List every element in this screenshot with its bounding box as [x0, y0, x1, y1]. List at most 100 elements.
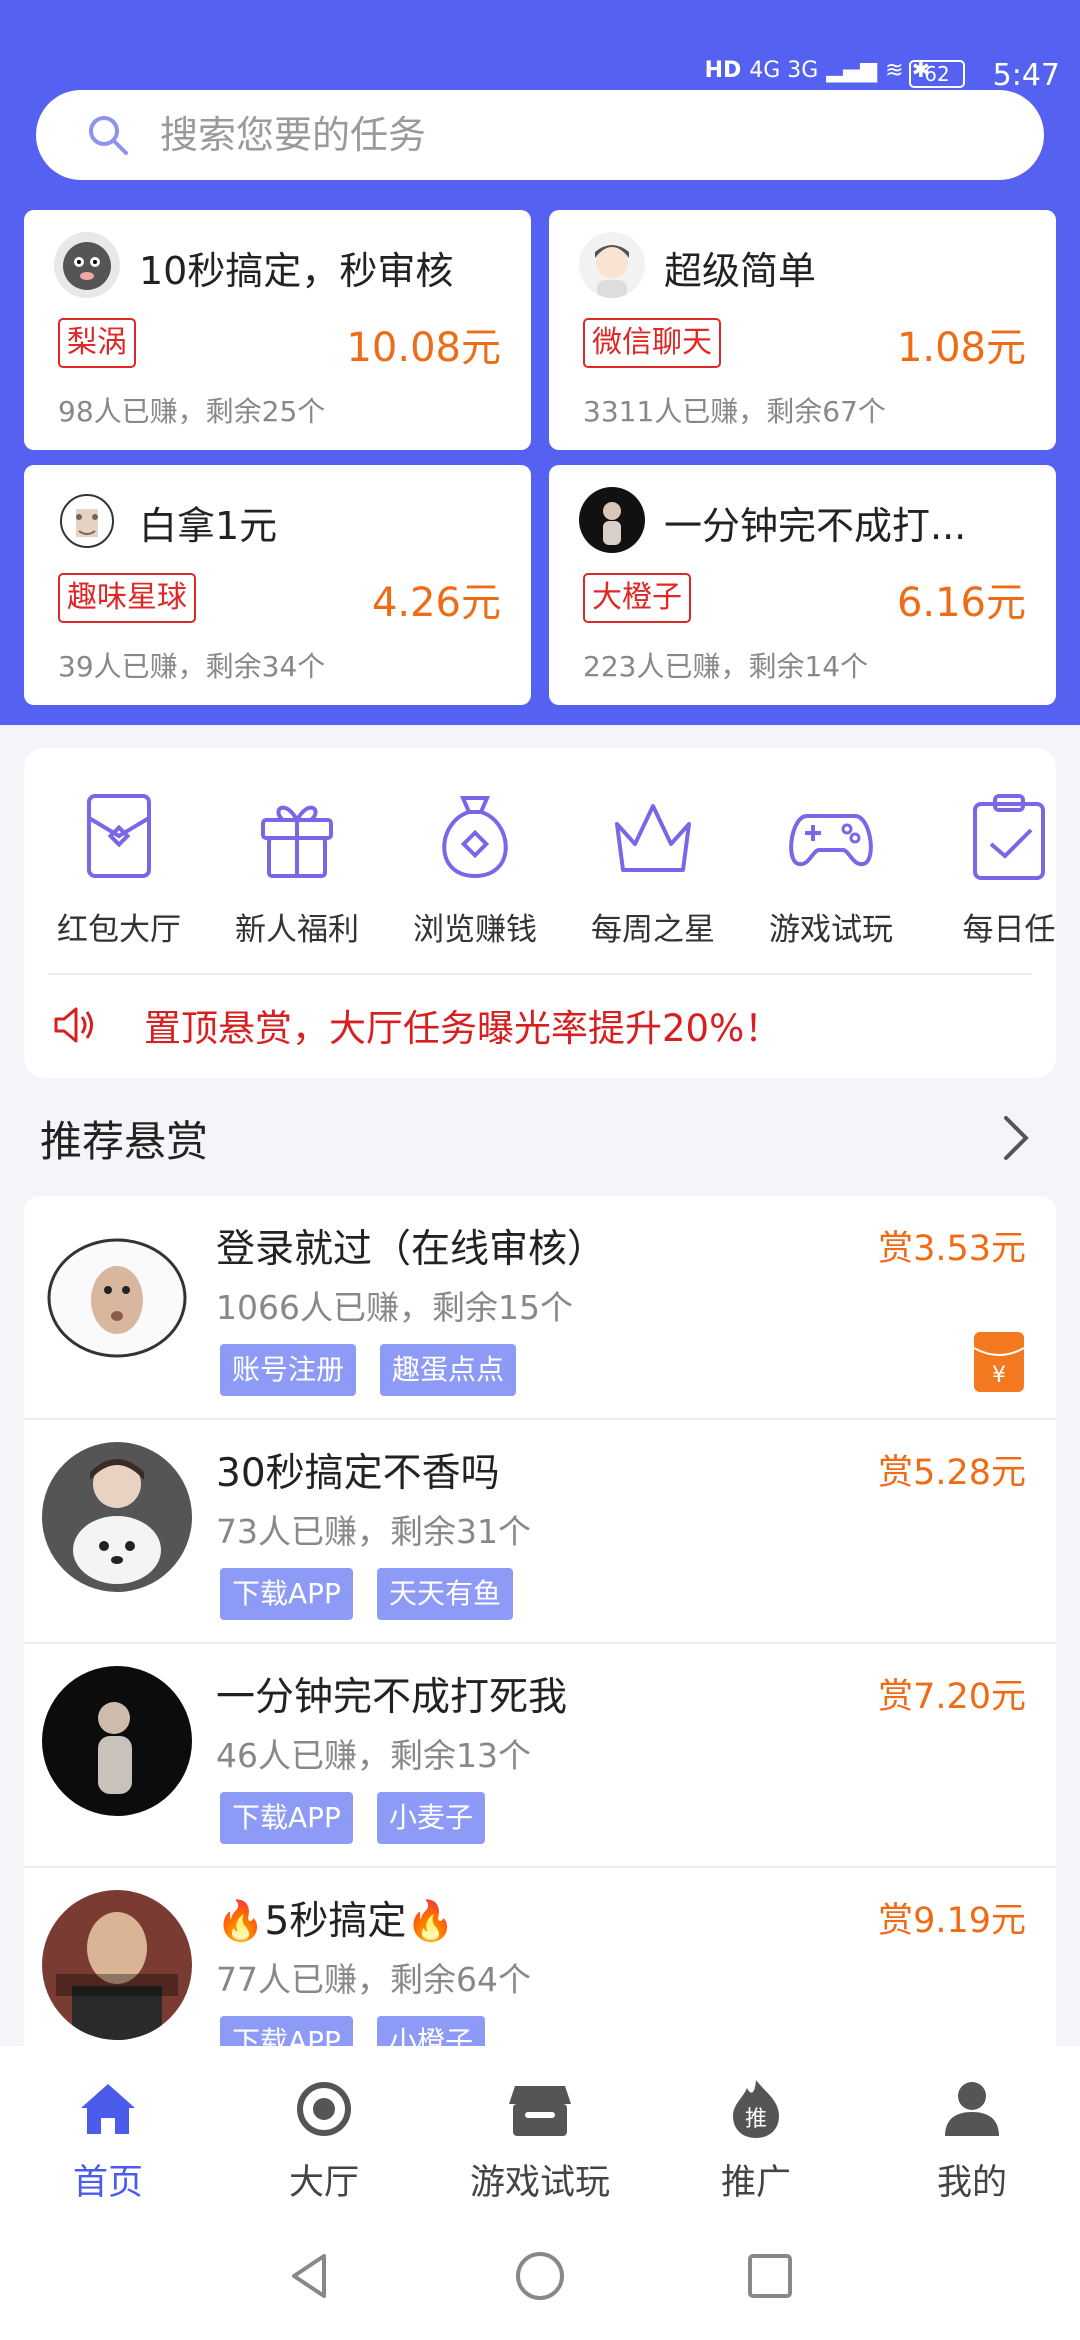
category-browse[interactable]: 浏览赚钱 [400, 788, 550, 949]
avatar [42, 1666, 192, 1816]
svg-text:¥: ¥ [992, 1363, 1006, 1388]
task-reward: 赏3.53元 [878, 1229, 1026, 1269]
avatar [54, 232, 120, 298]
featured-tag: 微信聊天 [583, 318, 721, 368]
featured-card[interactable]: 一分钟完不成打... 大橙子 6.16元 223人已赚，剩余14个 [549, 465, 1056, 705]
task-tag: 天天有鱼 [376, 1568, 513, 1620]
task-title: 30秒搞定不香吗 [216, 1451, 500, 1496]
category-red-envelope[interactable]: 红包大厅 [44, 788, 194, 949]
status-time: 5:47 [992, 58, 1060, 93]
network-label: 4G 3G [749, 58, 819, 83]
category-label: 每日任 [962, 912, 1056, 948]
list-item[interactable]: 30秒搞定不香吗 73人已赚，剩余31个 下载APP 天天有鱼 赏5.28元 [24, 1420, 1056, 1644]
recents-icon[interactable] [742, 2248, 798, 2304]
avatar [579, 232, 645, 298]
notice-text: 置顶悬赏，大厅任务曝光率提升20%！ [144, 1007, 782, 1050]
featured-stats: 223人已赚，剩余14个 [583, 650, 869, 683]
avatar [42, 1890, 192, 2040]
system-nav-bar [0, 2226, 1080, 2340]
category-game-trial[interactable]: 游戏试玩 [756, 788, 906, 949]
gift-icon [261, 805, 333, 878]
clipboard-check-icon [973, 794, 1045, 880]
status-icons: HD 4G 3G ▂▄▆ ≋ ✱ [705, 58, 930, 83]
search-input[interactable] [160, 113, 960, 157]
search-icon [89, 116, 128, 155]
task-title: 登录就过（在线审核） [216, 1227, 607, 1272]
money-bag-icon [442, 796, 508, 879]
task-tag: 趣蛋点点 [380, 1344, 517, 1396]
speaker-icon [54, 1007, 93, 1043]
nav-profile[interactable]: 我的 [872, 2074, 1072, 2205]
category-label: 新人福利 [235, 912, 359, 948]
featured-card[interactable]: 超级简单 微信聊天 1.08元 3311人已赚，剩余67个 [549, 210, 1056, 450]
featured-title: 超级简单 [664, 249, 817, 293]
nav-home[interactable]: 首页 [8, 2074, 208, 2205]
list-item[interactable]: 一分钟完不成打死我 46人已赚，剩余13个 下载APP 小麦子 赏7.20元 [24, 1644, 1056, 1868]
task-reward: 赏7.20元 [878, 1677, 1026, 1717]
notice-bar[interactable]: 置顶悬赏，大厅任务曝光率提升20%！ [50, 998, 781, 1052]
home-circle-icon[interactable] [512, 2248, 568, 2304]
game-store-icon [509, 2086, 571, 2136]
category-gift[interactable]: 新人福利 [222, 788, 372, 949]
hd-icon: HD [704, 58, 742, 83]
task-tag: 小橙子 [376, 2016, 485, 2046]
task-title: 一分钟完不成打死我 [216, 1675, 568, 1720]
task-stats: 77人已赚，剩余64个 [216, 1960, 531, 1999]
list-item[interactable]: 登录就过（在线审核） 1066人已赚，剩余15个 账号注册 趣蛋点点 赏3.53… [24, 1196, 1056, 1420]
nav-promote[interactable]: 推 推广 [656, 2074, 856, 2205]
task-list: 登录就过（在线审核） 1066人已赚，剩余15个 账号注册 趣蛋点点 赏3.53… [24, 1196, 1056, 2046]
promote-icon: 推 [733, 2080, 779, 2138]
category-label: 游戏试玩 [769, 912, 893, 948]
featured-title: 白拿1元 [139, 504, 278, 548]
section-title: 推荐悬赏 [40, 1117, 209, 1166]
featured-stats: 39人已赚，剩余34个 [58, 650, 326, 683]
status-bar: HD 4G 3G ▂▄▆ ≋ ✱ 62 5:47 [0, 0, 1080, 93]
list-item[interactable]: 🔥5秒搞定🔥 77人已赚，剩余64个 下载APP 小橙子 赏9.19元 [24, 1868, 1056, 2046]
nav-label: 首页 [72, 2163, 143, 2203]
divider [48, 973, 1032, 975]
featured-title: 一分钟完不成打... [664, 504, 967, 548]
avatar [579, 487, 645, 553]
featured-card[interactable]: 10秒搞定，秒审核 梨涡 10.08元 98人已赚，剩余25个 [24, 210, 531, 450]
featured-title: 10秒搞定，秒审核 [139, 249, 454, 293]
task-reward: 赏5.28元 [878, 1453, 1026, 1493]
task-stats: 1066人已赚，剩余15个 [216, 1288, 573, 1327]
chevron-right-icon[interactable] [996, 1112, 1036, 1164]
task-tag: 下载APP [220, 1792, 353, 1844]
avatar [42, 1442, 192, 1592]
featured-stats: 3311人已赚，剩余67个 [583, 395, 886, 428]
task-tag: 小麦子 [376, 1792, 485, 1844]
nav-hall[interactable]: 大厅 [224, 2074, 424, 2205]
featured-price: 4.26元 [371, 580, 501, 626]
gamepad-icon [789, 814, 873, 867]
featured-card[interactable]: 白拿1元 趣味星球 4.26元 39人已赚，剩余34个 [24, 465, 531, 705]
task-tag: 下载APP [220, 2016, 353, 2046]
back-icon[interactable] [282, 2248, 338, 2304]
category-daily-task[interactable]: 每日任 [934, 788, 1056, 949]
avatar [42, 1218, 192, 1368]
avatar [54, 487, 120, 553]
nav-game-trial[interactable]: 游戏试玩 [440, 2074, 640, 2205]
red-envelope-icon [87, 794, 151, 878]
featured-price: 1.08元 [896, 325, 1026, 371]
featured-tag: 趣味星球 [58, 573, 196, 623]
red-packet-icon: ¥ [974, 1332, 1024, 1392]
crown-icon [615, 804, 691, 872]
nav-label: 游戏试玩 [469, 2163, 610, 2203]
bottom-nav: 首页 大厅 游戏试玩 推 推广 我的 [0, 2046, 1080, 2226]
category-panel: 红包大厅 新人福利 浏览赚钱 每周之星 游戏试玩 每日任 置顶悬赏，大厅任务曝光… [24, 748, 1056, 1078]
task-stats: 73人已赚，剩余31个 [216, 1512, 531, 1551]
task-stats: 46人已赚，剩余13个 [216, 1736, 531, 1775]
category-weekly-star[interactable]: 每周之星 [578, 788, 728, 949]
featured-price: 10.08元 [346, 325, 501, 371]
featured-tag: 大橙子 [583, 573, 691, 623]
signal-icon: ▂▄▆ [826, 58, 878, 83]
svg-text:推: 推 [745, 2107, 767, 2132]
search-bar[interactable] [36, 90, 1044, 180]
task-tag: 下载APP [220, 1568, 353, 1620]
wifi-icon: ≋ [885, 58, 904, 83]
featured-price: 6.16元 [896, 580, 1026, 626]
battery-indicator: 62 [909, 60, 965, 88]
category-label: 浏览赚钱 [413, 912, 537, 948]
nav-label: 我的 [936, 2163, 1007, 2203]
